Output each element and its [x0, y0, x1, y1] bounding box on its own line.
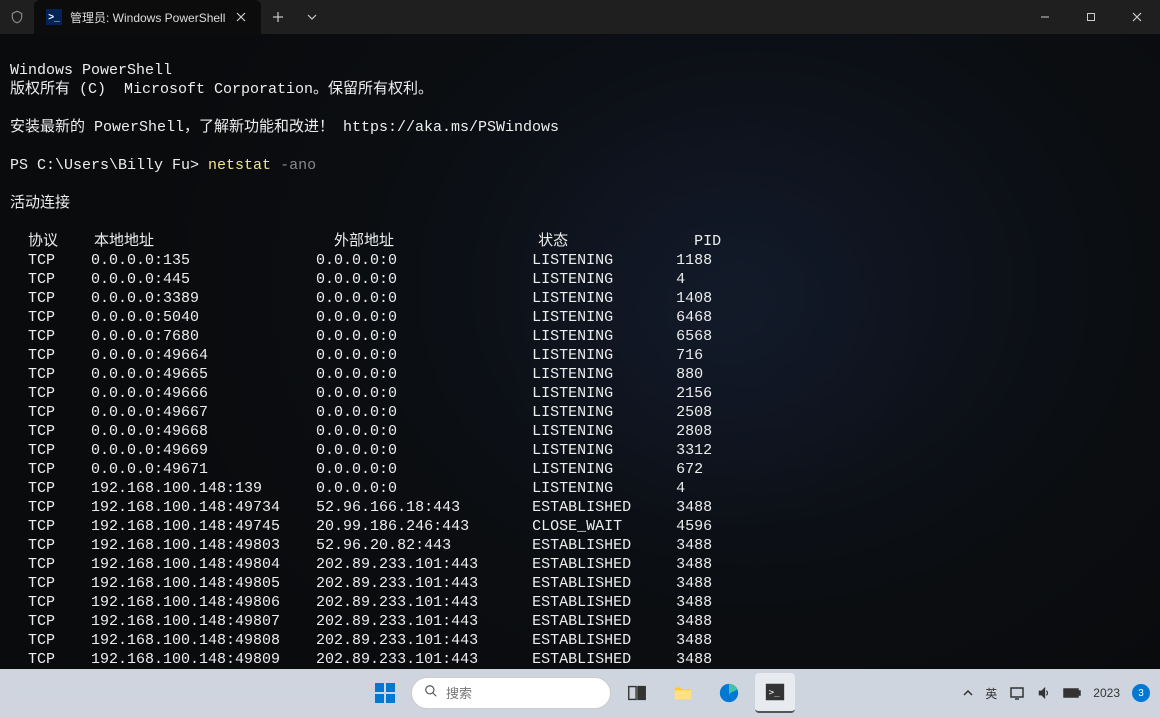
netstat-row: TCP 0.0.0.0:49665 0.0.0.0:0 LISTENING 88…: [10, 365, 1150, 384]
close-tab-button[interactable]: [233, 9, 249, 25]
maximize-button[interactable]: [1068, 0, 1114, 34]
command: netstat: [208, 157, 271, 174]
netstat-row: TCP 192.168.100.148:49803 52.96.20.82:44…: [10, 536, 1150, 555]
netstat-row: TCP 192.168.100.148:139 0.0.0.0:0 LISTEN…: [10, 479, 1150, 498]
notification-badge[interactable]: 3: [1132, 684, 1150, 702]
netstat-row: TCP 0.0.0.0:3389 0.0.0.0:0 LISTENING 140…: [10, 289, 1150, 308]
netstat-row: TCP 0.0.0.0:49669 0.0.0.0:0 LISTENING 33…: [10, 441, 1150, 460]
netstat-row: TCP 0.0.0.0:7680 0.0.0.0:0 LISTENING 656…: [10, 327, 1150, 346]
tab-title: 管理员: Windows PowerShell: [70, 9, 225, 26]
prompt: PS C:\Users\Billy Fu>: [10, 157, 208, 174]
netstat-row: TCP 192.168.100.148:49806 202.89.233.101…: [10, 593, 1150, 612]
netstat-row: TCP 0.0.0.0:49668 0.0.0.0:0 LISTENING 28…: [10, 422, 1150, 441]
terminal-taskbar-button[interactable]: >_: [755, 673, 795, 713]
minimize-button[interactable]: [1022, 0, 1068, 34]
clock[interactable]: 2023: [1093, 686, 1120, 700]
netstat-row: TCP 0.0.0.0:445 0.0.0.0:0 LISTENING 4: [10, 270, 1150, 289]
netstat-row: TCP 0.0.0.0:49667 0.0.0.0:0 LISTENING 25…: [10, 403, 1150, 422]
svg-text:>_: >_: [769, 687, 781, 698]
netstat-row: TCP 192.168.100.148:49807 202.89.233.101…: [10, 612, 1150, 631]
netstat-row: TCP 0.0.0.0:135 0.0.0.0:0 LISTENING 1188: [10, 251, 1150, 270]
task-view-button[interactable]: [617, 673, 657, 713]
netstat-row: TCP 0.0.0.0:5040 0.0.0.0:0 LISTENING 646…: [10, 308, 1150, 327]
netstat-row: TCP 0.0.0.0:49664 0.0.0.0:0 LISTENING 71…: [10, 346, 1150, 365]
volume-icon[interactable]: [1037, 686, 1051, 700]
search-input[interactable]: [446, 686, 622, 701]
shield-icon: [0, 10, 34, 24]
netstat-row: TCP 192.168.100.148:49804 202.89.233.101…: [10, 555, 1150, 574]
tab-dropdown-button[interactable]: [295, 0, 329, 34]
network-icon[interactable]: [1009, 686, 1025, 700]
search-box[interactable]: [411, 677, 611, 709]
netstat-row: TCP 192.168.100.148:49734 52.96.166.18:4…: [10, 498, 1150, 517]
edge-browser-button[interactable]: [709, 673, 749, 713]
window-title-bar: >_ 管理员: Windows PowerShell: [0, 0, 1160, 34]
ime-indicator[interactable]: 英: [985, 685, 997, 702]
terminal-line: 版权所有 (C) Microsoft Corporation。保留所有权利。: [10, 81, 433, 98]
start-button[interactable]: [365, 673, 405, 713]
section-header: 活动连接: [10, 195, 70, 212]
powershell-icon: >_: [46, 9, 62, 25]
new-tab-button[interactable]: [261, 0, 295, 34]
taskbar: >_ 英 2023 3: [0, 669, 1160, 717]
close-window-button[interactable]: [1114, 0, 1160, 34]
command-arg: -ano: [271, 157, 316, 174]
terminal-line: 安装最新的 PowerShell，了解新功能和改进！ https://aka.m…: [10, 119, 559, 136]
netstat-row: TCP 0.0.0.0:49666 0.0.0.0:0 LISTENING 21…: [10, 384, 1150, 403]
netstat-row: TCP 192.168.100.148:49809 202.89.233.101…: [10, 650, 1150, 669]
netstat-row: TCP 192.168.100.148:49805 202.89.233.101…: [10, 574, 1150, 593]
battery-icon[interactable]: [1063, 687, 1081, 699]
netstat-header: 协议 本地地址 外部地址 状态 PID: [10, 233, 721, 250]
terminal-tab[interactable]: >_ 管理员: Windows PowerShell: [34, 0, 261, 34]
netstat-row: TCP 192.168.100.148:49808 202.89.233.101…: [10, 631, 1150, 650]
search-icon: [424, 684, 438, 703]
netstat-row: TCP 0.0.0.0:49671 0.0.0.0:0 LISTENING 67…: [10, 460, 1150, 479]
tray-chevron-icon[interactable]: [963, 690, 973, 696]
terminal-line: Windows PowerShell: [10, 62, 172, 79]
file-explorer-button[interactable]: [663, 673, 703, 713]
netstat-row: TCP 192.168.100.148:49745 20.99.186.246:…: [10, 517, 1150, 536]
terminal-content[interactable]: Windows PowerShell 版权所有 (C) Microsoft Co…: [0, 34, 1160, 669]
